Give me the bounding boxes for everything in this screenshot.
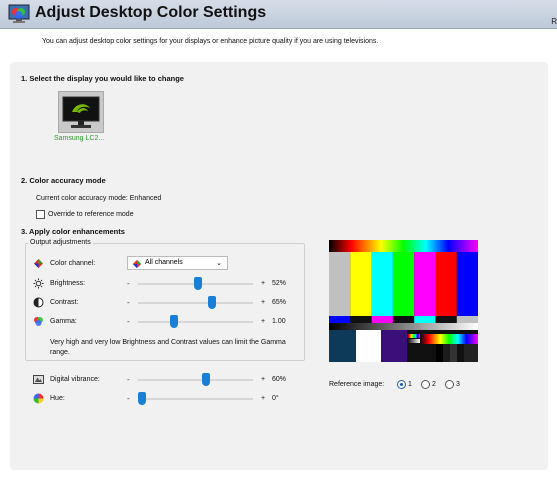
contrast-plus: + bbox=[261, 299, 266, 306]
vibrance-value: 60% bbox=[272, 376, 287, 383]
color-channel-dropdown[interactable]: All channels ⌄ bbox=[127, 256, 228, 270]
digital-vibrance-label: Digital vibrance: bbox=[50, 376, 100, 383]
reference-test-pattern bbox=[329, 240, 478, 362]
brightness-icon bbox=[33, 278, 44, 289]
vibrance-slider-thumb[interactable] bbox=[202, 373, 211, 386]
reference-image-label: Reference image: bbox=[329, 381, 385, 388]
brightness-slider-thumb[interactable] bbox=[193, 277, 202, 290]
contrast-icon bbox=[33, 297, 44, 308]
contrast-slider-track[interactable] bbox=[138, 302, 253, 304]
section-color-accuracy-title: 2. Color accuracy mode bbox=[21, 176, 106, 185]
digital-vibrance-icon bbox=[33, 375, 44, 384]
gamma-slider-thumb[interactable] bbox=[170, 315, 179, 328]
gamma-slider-track[interactable] bbox=[138, 321, 253, 323]
brightness-plus: + bbox=[261, 280, 266, 287]
contrast-label: Contrast: bbox=[50, 299, 79, 306]
reference-radio-2[interactable] bbox=[421, 380, 430, 389]
override-checkbox[interactable] bbox=[36, 210, 45, 219]
gamma-label: Gamma: bbox=[50, 318, 77, 325]
hue-slider-track[interactable] bbox=[138, 398, 253, 400]
brightness-minus: - bbox=[127, 279, 130, 288]
vibrance-plus: + bbox=[261, 376, 266, 383]
page-description: You can adjust desktop color settings fo… bbox=[42, 38, 379, 45]
override-label[interactable]: Override to reference mode bbox=[48, 211, 134, 218]
gamma-plus: + bbox=[261, 318, 266, 325]
section-color-enhancements-title: 3. Apply color enhancements bbox=[21, 227, 125, 236]
header-right-text: R bbox=[551, 17, 557, 26]
hue-icon bbox=[33, 393, 44, 404]
reference-radio-3[interactable] bbox=[445, 380, 454, 389]
hue-label: Hue: bbox=[50, 395, 65, 402]
reference-option-3: 3 bbox=[456, 381, 460, 388]
hue-value: 0° bbox=[272, 395, 279, 402]
gamma-minus: - bbox=[127, 317, 130, 326]
output-adjustments-label: Output adjustments bbox=[28, 239, 93, 246]
display-label[interactable]: Samsung LC2... bbox=[54, 135, 104, 142]
reference-radio-1[interactable] bbox=[397, 380, 406, 389]
gamma-value: 1.00 bbox=[272, 318, 286, 325]
contrast-slider-thumb[interactable] bbox=[207, 296, 216, 309]
gamma-icon bbox=[34, 317, 43, 326]
color-channel-label: Color channel: bbox=[50, 260, 96, 267]
brightness-value: 52% bbox=[272, 280, 287, 287]
reference-option-1: 1 bbox=[408, 381, 412, 388]
color-channel-value: All channels bbox=[145, 259, 183, 266]
vibrance-minus: - bbox=[127, 375, 130, 384]
display-color-icon bbox=[8, 4, 30, 23]
hue-plus: + bbox=[261, 395, 266, 402]
color-channel-icon bbox=[34, 259, 43, 268]
contrast-value: 65% bbox=[272, 299, 287, 306]
hue-slider-thumb[interactable] bbox=[138, 392, 146, 405]
section-select-display-title: 1. Select the display you would like to … bbox=[21, 74, 184, 83]
chevron-down-icon: ⌄ bbox=[216, 260, 222, 267]
brightness-label: Brightness: bbox=[50, 280, 86, 287]
contrast-minus: - bbox=[127, 298, 130, 307]
brightness-contrast-note: Very high and very low Brightness and Co… bbox=[50, 339, 286, 356]
current-mode-text: Current color accuracy mode: Enhanced bbox=[36, 195, 162, 202]
monitor-icon bbox=[62, 96, 100, 128]
title-bar: Adjust Desktop Color Settings R bbox=[0, 0, 557, 29]
reference-option-2: 2 bbox=[432, 381, 436, 388]
all-channels-icon bbox=[132, 259, 142, 269]
page-title: Adjust Desktop Color Settings bbox=[35, 4, 267, 21]
vibrance-slider-track[interactable] bbox=[138, 379, 253, 381]
display-thumbnail[interactable] bbox=[58, 91, 104, 133]
hue-minus: - bbox=[127, 394, 130, 403]
